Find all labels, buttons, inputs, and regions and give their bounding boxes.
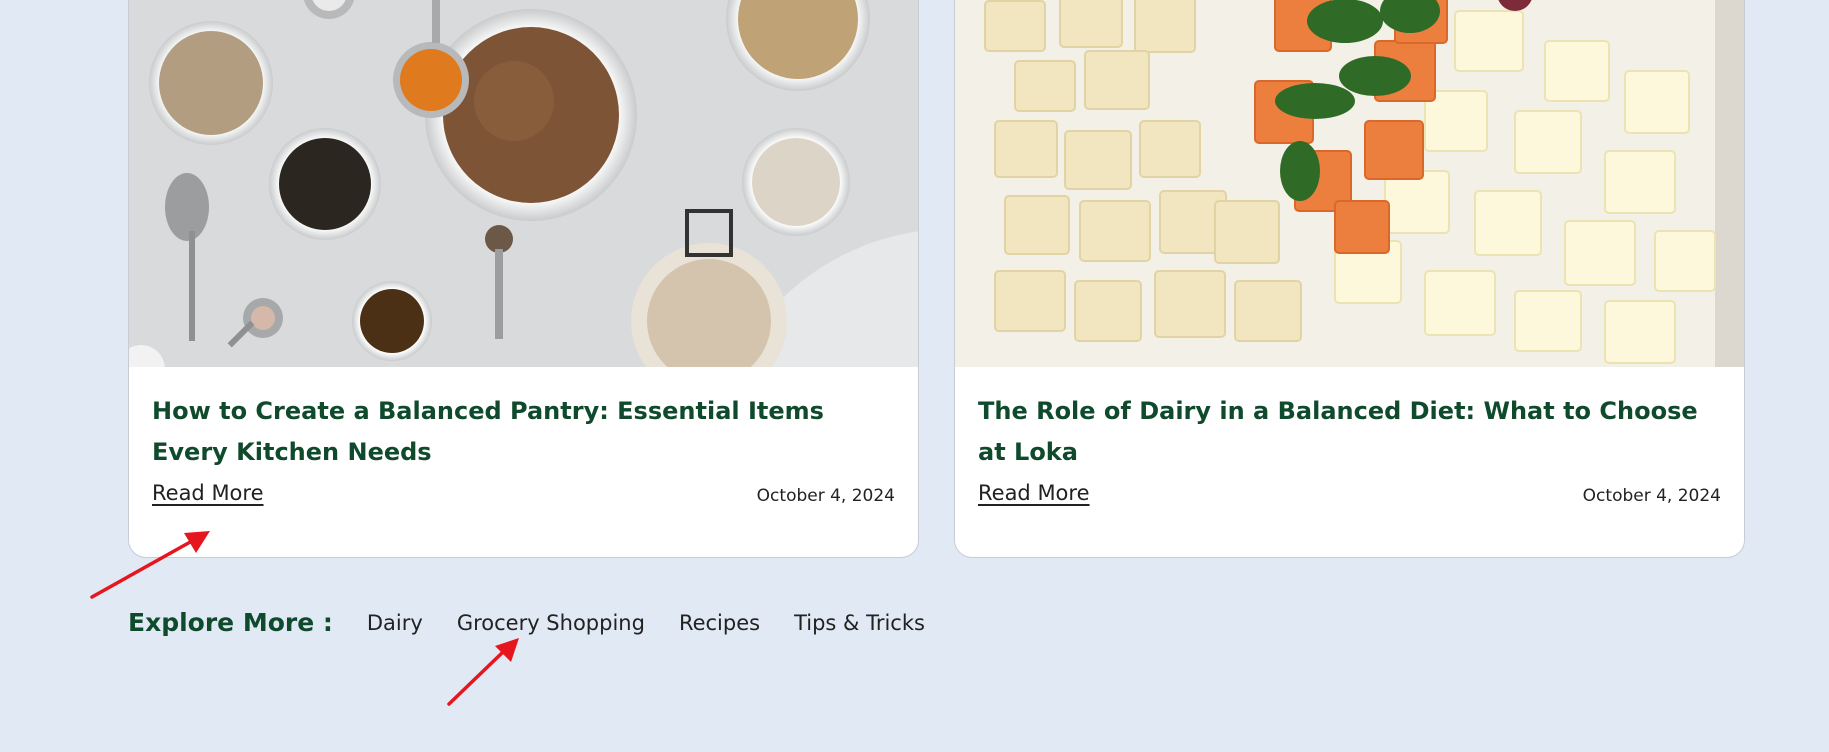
read-more-link[interactable]: Read More xyxy=(152,481,264,505)
category-link-recipes[interactable]: Recipes xyxy=(679,611,760,635)
annotation-arrow-grocery-shopping xyxy=(447,638,519,706)
blog-card-pantry[interactable]: How to Create a Balanced Pantry: Essenti… xyxy=(128,0,919,558)
read-more-link[interactable]: Read More xyxy=(978,481,1090,505)
pantry-image[interactable] xyxy=(129,0,918,367)
category-link-dairy[interactable]: Dairy xyxy=(367,611,423,635)
category-link-grocery-shopping[interactable]: Grocery Shopping xyxy=(457,611,645,635)
category-link-tips-tricks[interactable]: Tips & Tricks xyxy=(794,611,925,635)
annotation-arrow-read-more xyxy=(90,531,210,599)
post-date: October 4, 2024 xyxy=(756,486,895,506)
post-date: October 4, 2024 xyxy=(1582,486,1721,506)
cheese-image[interactable] xyxy=(955,0,1744,367)
blog-card-dairy[interactable]: The Role of Dairy in a Balanced Diet: Wh… xyxy=(954,0,1745,558)
explore-more-label: Explore More : xyxy=(128,608,333,637)
card-title[interactable]: How to Create a Balanced Pantry: Essenti… xyxy=(152,391,895,473)
explore-more-row: Explore More : Dairy Grocery Shopping Re… xyxy=(128,608,959,637)
card-title[interactable]: The Role of Dairy in a Balanced Diet: Wh… xyxy=(978,391,1721,473)
